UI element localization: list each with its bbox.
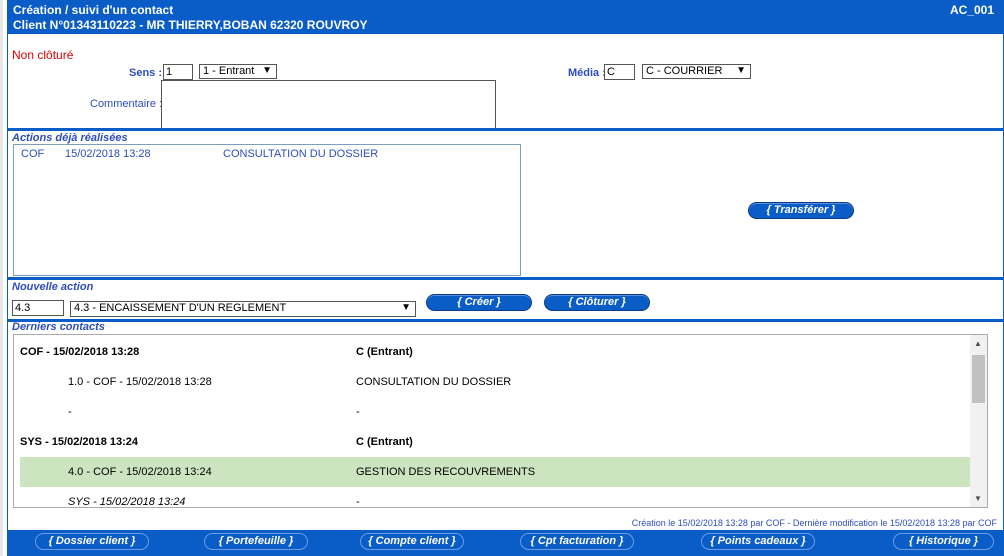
new-action-select-value: 4.3 - ENCAISSEMENT D'UN REGLEMENT [74,302,287,314]
contact-right: C (Entrant) [356,436,413,448]
create-button[interactable]: { Créer } [426,294,532,311]
contact-left: SYS - 15/02/2018 13:24 [20,436,139,448]
contact-right: GESTION DES RECOUVREMENTS [356,466,536,478]
actions-list[interactable]: COF 15/02/2018 13:28 CONSULTATION DU DOS… [13,144,521,276]
portefeuille-button[interactable]: { Portefeuille } [204,533,308,550]
chevron-down-icon: ▼ [736,65,746,76]
list-item[interactable]: SYS - 15/02/2018 13:24 - [20,487,978,508]
new-action-section-title: Nouvelle action [12,281,94,293]
contact-left: - [68,406,72,418]
bottom-toolbar: { Dossier client } { Portefeuille } { Co… [7,530,1004,556]
list-item[interactable]: 1.0 - COF - 15/02/2018 13:28 CONSULTATIO… [20,367,978,397]
comment-label: Commentaire : [90,98,163,110]
action-code: COF [21,148,45,160]
contact-right: C (Entrant) [356,346,413,358]
contact-left: 1.0 - COF - 15/02/2018 13:28 [68,376,212,388]
list-item[interactable]: - - [20,397,978,427]
contacts-list[interactable]: COF - 15/02/2018 13:28 C (Entrant) 1.0 -… [13,334,988,508]
contact-right: - [356,496,360,508]
section-divider [8,319,1004,322]
action-label: CONSULTATION DU DOSSIER [223,148,379,160]
page-title: Création / suivi d'un contact [13,3,174,17]
close-action-button[interactable]: { Clôturer } [544,294,650,311]
media-select[interactable]: C - COURRIER ▼ [642,64,751,79]
comment-textarea[interactable] [161,80,496,129]
sens-select[interactable]: 1 - Entrant ▼ [199,64,277,79]
window-header: Création / suivi d'un contact Client N°0… [7,0,1004,34]
new-action-code-input[interactable] [12,300,64,316]
media-label: Média : [568,67,606,79]
dossier-client-button[interactable]: { Dossier client } [35,533,149,550]
contact-left: 4.0 - COF - 15/02/2018 13:24 [68,466,212,478]
contact-right: CONSULTATION DU DOSSIER [356,376,512,388]
client-info: Client N°01343110223 - MR THIERRY,BOBAN … [13,18,368,32]
contacts-section-title: Derniers contacts [12,321,105,333]
new-action-select[interactable]: 4.3 - ENCAISSEMENT D'UN REGLEMENT ▼ [70,301,416,317]
list-item[interactable]: SYS - 15/02/2018 13:24 C (Entrant) [20,427,978,457]
sens-label: Sens : [129,67,163,79]
scroll-down-icon[interactable]: ▼ [974,494,982,503]
chevron-down-icon: ▼ [401,302,411,313]
sens-select-value: 1 - Entrant [203,65,255,77]
cpt-facturation-button[interactable]: { Cpt facturation } [520,533,634,550]
section-divider [8,128,1004,131]
list-item[interactable]: COF - 15/02/2018 13:28 C (Entrant) [20,337,978,367]
contact-window: Création / suivi d'un contact Client N°0… [0,0,1004,556]
section-divider [8,277,1004,280]
contact-left: COF - 15/02/2018 13:28 [20,346,140,358]
scroll-up-icon[interactable]: ▲ [974,339,982,348]
media-code-input[interactable] [604,64,635,80]
compte-client-button[interactable]: { Compte client } [360,533,464,550]
main-panel: Non clôturé Sens : 1 - Entrant ▼ Média :… [7,34,1004,530]
points-cadeaux-button[interactable]: { Points cadeaux } [701,533,815,550]
action-date: 15/02/2018 13:28 [65,148,151,160]
actions-section-title: Actions déjà réalisées [12,132,128,144]
chevron-down-icon: ▼ [262,65,272,76]
transfer-button[interactable]: { Transférer } [748,202,854,219]
contact-right: - [356,406,360,418]
list-item[interactable]: 4.0 - COF - 15/02/2018 13:24 GESTION DES… [20,457,978,487]
contact-left: SYS - 15/02/2018 13:24 [68,496,186,508]
status-label: Non clôturé [12,48,74,62]
contacts-scrollbar[interactable]: ▲ ▼ [970,335,987,507]
audit-note: Création le 15/02/2018 13:28 par COF - D… [631,518,997,528]
media-select-value: C - COURRIER [646,65,723,77]
screen-code: AC_001 [949,3,994,17]
scrollbar-thumb[interactable] [972,355,985,403]
window-edge [0,0,3,556]
historique-button[interactable]: { Historique } [893,533,994,550]
sens-code-input[interactable] [163,64,193,80]
